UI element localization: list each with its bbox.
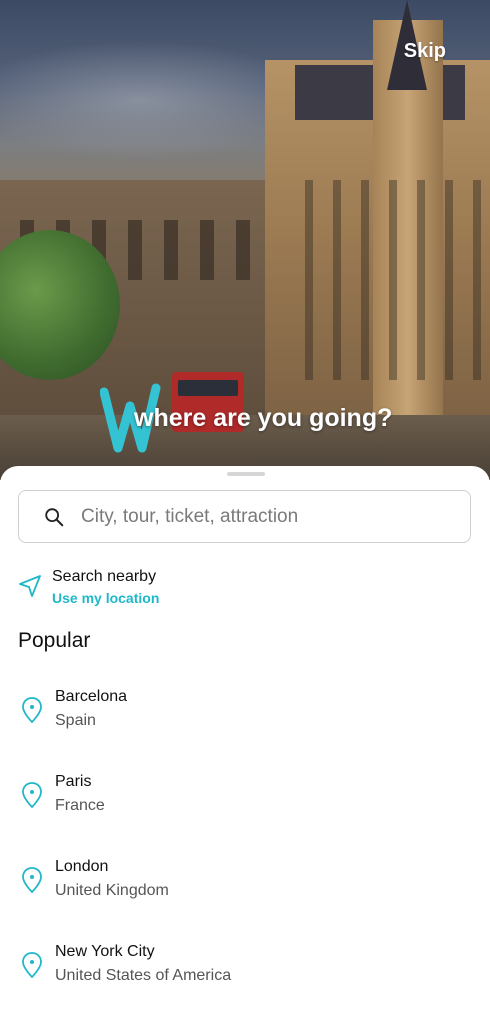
search-nearby-button[interactable]: Search nearby Use my location bbox=[18, 566, 318, 610]
city-name: Barcelona bbox=[55, 688, 128, 705]
navigation-arrow-icon bbox=[19, 575, 41, 597]
map-pin-icon bbox=[22, 697, 42, 724]
city-name: London bbox=[55, 858, 109, 875]
list-item[interactable]: Barcelona Spain bbox=[0, 676, 490, 761]
palace-building bbox=[265, 0, 490, 420]
country-name: Spain bbox=[55, 712, 96, 729]
tagline-text: where are you going? bbox=[134, 403, 393, 432]
list-item[interactable]: London United Kingdom bbox=[0, 846, 490, 931]
list-item[interactable]: Paris France bbox=[0, 761, 490, 846]
search-nearby-label: Search nearby bbox=[52, 568, 157, 585]
skip-button[interactable]: Skip bbox=[404, 40, 446, 63]
map-pin-icon bbox=[22, 952, 42, 979]
map-pin-icon bbox=[22, 867, 42, 894]
map-pin-icon bbox=[22, 782, 42, 809]
popular-heading: Popular bbox=[18, 629, 91, 652]
city-name: Paris bbox=[55, 773, 92, 790]
search-placeholder: City, tour, ticket, attraction bbox=[81, 505, 299, 527]
country-name: France bbox=[55, 797, 105, 814]
city-name: New York City bbox=[55, 943, 155, 960]
palace-windows bbox=[305, 180, 485, 380]
country-name: United States of America bbox=[55, 967, 232, 984]
use-my-location-link[interactable]: Use my location bbox=[52, 590, 159, 606]
search-icon bbox=[45, 507, 64, 526]
bottom-sheet: City, tour, ticket, attraction Search ne… bbox=[0, 466, 490, 1000]
list-item[interactable]: New York City United States of America bbox=[0, 931, 490, 1016]
sheet-handle[interactable] bbox=[227, 472, 265, 476]
country-name: United Kingdom bbox=[55, 882, 169, 899]
tagline: where are you going? bbox=[100, 378, 392, 458]
search-input[interactable]: City, tour, ticket, attraction bbox=[18, 490, 471, 543]
popular-list: Barcelona Spain Paris France London Unit… bbox=[0, 676, 490, 1016]
